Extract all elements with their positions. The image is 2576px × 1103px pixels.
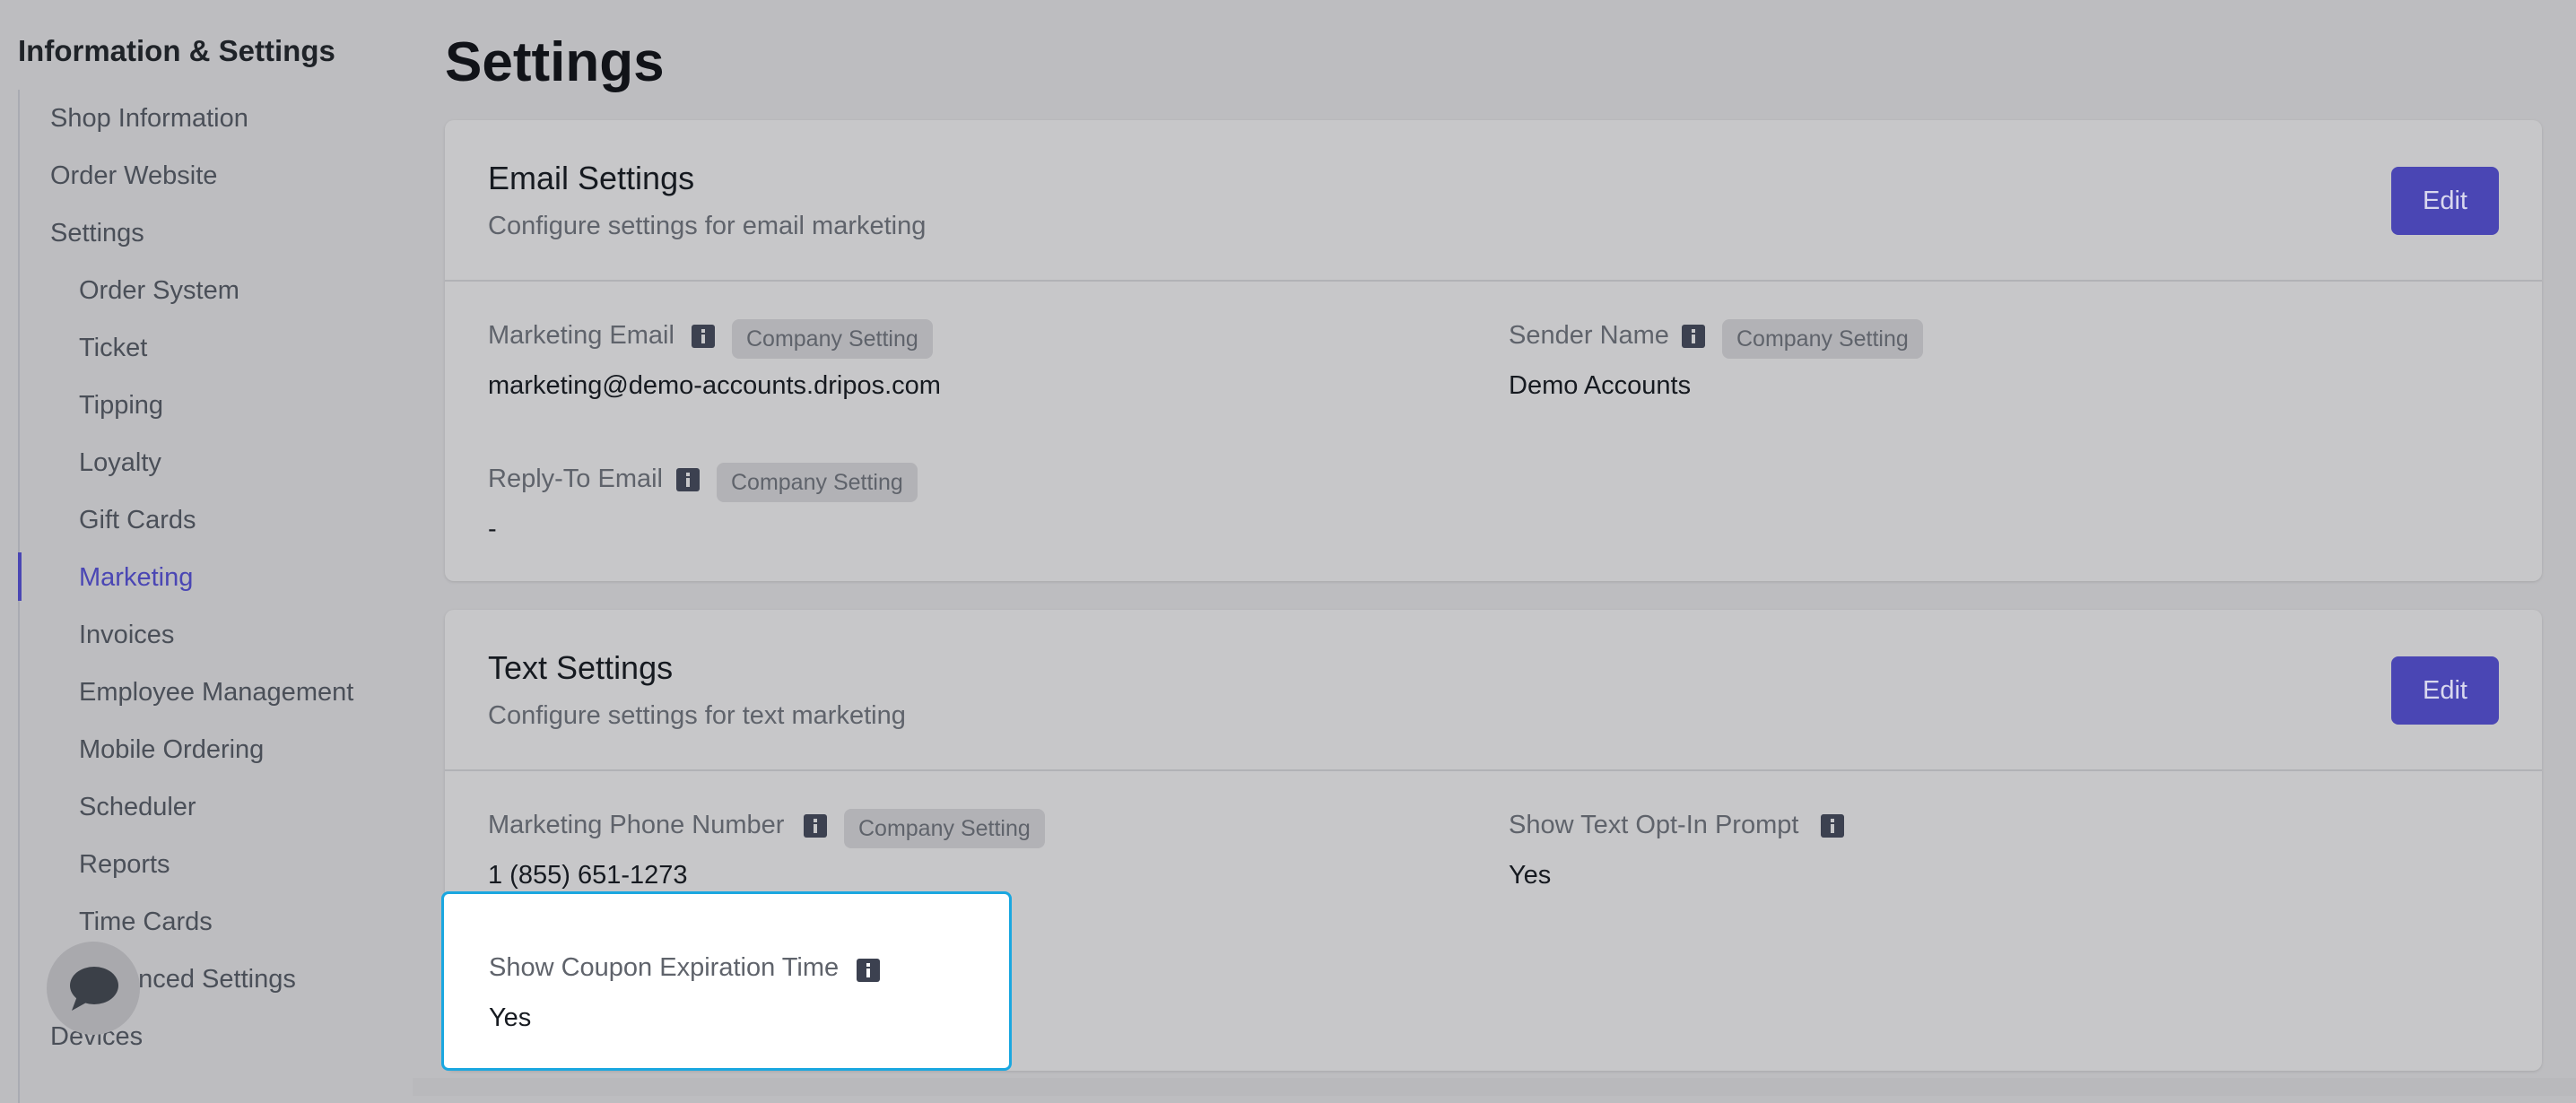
reply-to-email-value: -: [488, 515, 497, 543]
chat-button[interactable]: [47, 942, 140, 1035]
sender-name-value: Demo Accounts: [1509, 371, 1692, 400]
email-edit-button[interactable]: Edit: [2391, 167, 2499, 235]
sidebar-item-time-cards[interactable]: Time Cards: [79, 908, 213, 937]
info-icon[interactable]: [804, 814, 827, 838]
sidebar-item-gift-cards[interactable]: Gift Cards: [79, 506, 196, 535]
info-icon[interactable]: [857, 959, 880, 982]
chat-bubble-icon: [70, 967, 118, 1011]
sidebar-item-order-system[interactable]: Order System: [79, 276, 239, 306]
coupon-expiration-value: Yes: [489, 1003, 532, 1032]
sidebar-item-shop-information[interactable]: Shop Information: [50, 104, 248, 134]
sidebar-title: Information & Settings: [18, 34, 335, 67]
bottom-edge: [413, 1078, 2576, 1096]
page-title: Settings: [445, 31, 665, 93]
sidebar-item-employee-management[interactable]: Employee Management: [79, 678, 353, 708]
active-indicator: [18, 552, 22, 601]
marketing-email-label: Marketing Email: [488, 321, 674, 350]
sidebar-item-invoices[interactable]: Invoices: [79, 621, 174, 650]
sidebar-item-ticket[interactable]: Ticket: [79, 334, 147, 363]
info-icon[interactable]: [692, 325, 715, 348]
sidebar-item-order-website[interactable]: Order Website: [50, 161, 217, 191]
coupon-expiration-label: Show Coupon Expiration Time: [489, 953, 840, 982]
text-settings-title: Text Settings: [488, 649, 674, 686]
divider: [445, 280, 2542, 282]
sidebar: Information & Settings Shop Information …: [0, 0, 413, 1103]
company-setting-badge: Company Setting: [717, 463, 918, 502]
show-text-opt-in-label: Show Text Opt-In Prompt: [1509, 811, 1799, 839]
sidebar-item-scheduler[interactable]: Scheduler: [79, 793, 196, 822]
text-edit-button[interactable]: Edit: [2391, 656, 2499, 725]
marketing-phone-value: 1 (855) 651-1273: [488, 861, 688, 890]
email-settings-subtitle: Configure settings for email marketing: [488, 212, 927, 240]
info-icon[interactable]: [1821, 814, 1844, 838]
show-text-opt-in-value: Yes: [1509, 861, 1552, 890]
sidebar-item-loyalty[interactable]: Loyalty: [79, 448, 161, 478]
sidebar-item-reports[interactable]: Reports: [79, 850, 170, 880]
company-setting-badge: Company Setting: [844, 809, 1045, 848]
divider: [445, 769, 2542, 771]
sidebar-item-mobile-ordering[interactable]: Mobile Ordering: [79, 735, 264, 765]
company-setting-badge: Company Setting: [1722, 319, 1923, 359]
info-icon[interactable]: [1682, 325, 1705, 348]
sender-name-label: Sender Name: [1509, 321, 1669, 350]
info-icon[interactable]: [676, 468, 700, 491]
email-settings-card: Email Settings Configure settings for em…: [445, 120, 2542, 581]
marketing-phone-label: Marketing Phone Number: [488, 811, 785, 839]
text-settings-subtitle: Configure settings for text marketing: [488, 701, 906, 730]
sidebar-item-marketing[interactable]: Marketing: [79, 563, 193, 593]
email-settings-title: Email Settings: [488, 160, 695, 196]
reply-to-email-label: Reply-To Email: [488, 465, 663, 493]
marketing-email-value: marketing@demo-accounts.dripos.com: [488, 371, 941, 400]
company-setting-badge: Company Setting: [732, 319, 933, 359]
sidebar-item-tipping[interactable]: Tipping: [79, 391, 163, 421]
sidebar-item-settings[interactable]: Settings: [50, 219, 144, 248]
coupon-expiration-field[interactable]: Show Coupon Expiration Time Yes: [441, 891, 1012, 1071]
